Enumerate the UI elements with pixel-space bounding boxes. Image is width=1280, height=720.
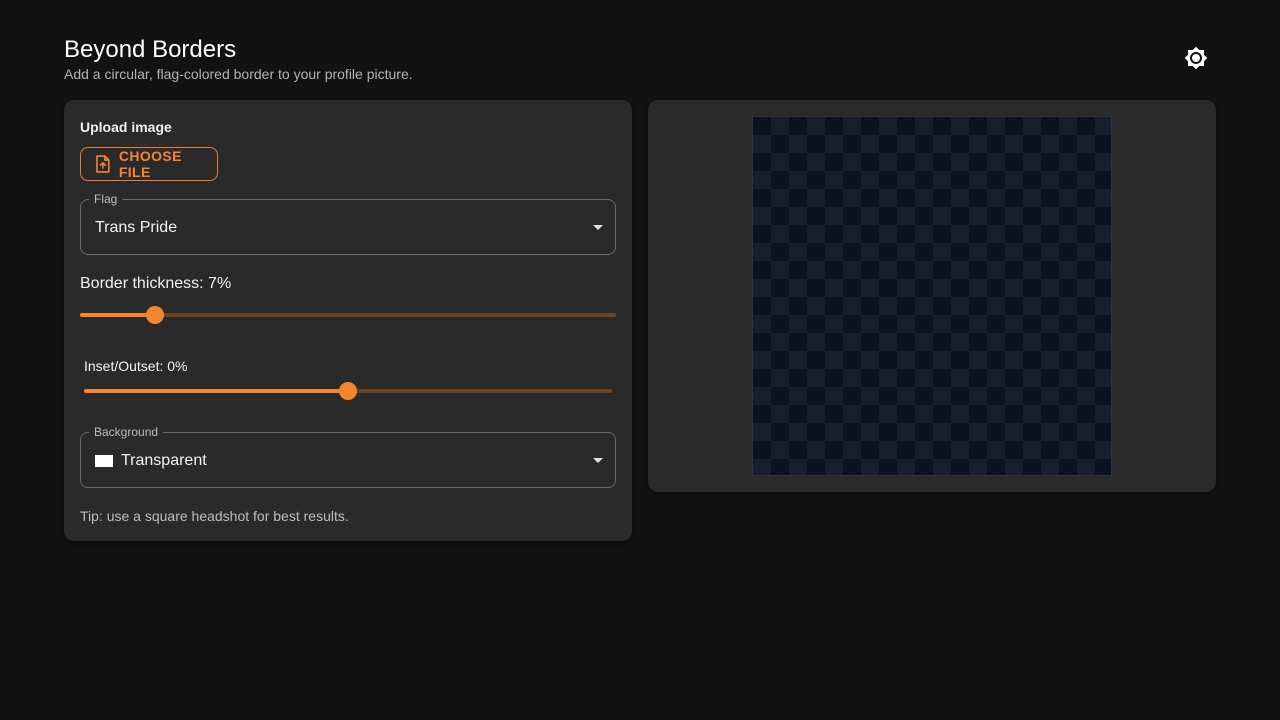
inset-outset-label: Inset/Outset: 0%	[84, 358, 188, 374]
background-value: Transparent	[95, 452, 207, 470]
background-swatch	[95, 455, 113, 467]
page-header: Beyond Borders Add a circular, flag-colo…	[64, 34, 413, 82]
file-upload-icon	[96, 155, 110, 173]
flag-legend: Flag	[89, 192, 123, 206]
inset-outset-thumb[interactable]	[339, 382, 357, 400]
page-subtitle: Add a circular, flag-colored border to y…	[64, 66, 413, 82]
theme-toggle-button[interactable]	[1180, 42, 1212, 74]
chevron-down-icon	[593, 458, 603, 463]
preview-canvas	[752, 116, 1112, 476]
brightness-icon	[1184, 46, 1208, 70]
tip-text: Tip: use a square headshot for best resu…	[80, 508, 349, 524]
border-thickness-label: Border thickness: 7%	[80, 275, 232, 292]
chevron-down-icon	[593, 225, 603, 230]
background-select[interactable]: Background Transparent	[80, 425, 616, 488]
upload-label: Upload image	[80, 119, 172, 135]
border-thickness-thumb[interactable]	[146, 306, 165, 324]
background-legend: Background	[89, 425, 164, 439]
border-thickness-fill	[80, 313, 156, 317]
page-title: Beyond Borders	[64, 36, 237, 63]
preview-panel	[648, 100, 1216, 492]
flag-select[interactable]: Flag Trans Pride	[80, 192, 616, 255]
choose-file-label: CHOOSE FILE	[118, 148, 182, 180]
background-value-text: Transparent	[121, 452, 207, 469]
flag-value: Trans Pride	[95, 219, 177, 237]
inset-outset-fill	[84, 389, 348, 393]
border-thickness-slider[interactable]	[80, 306, 616, 324]
choose-file-button[interactable]: CHOOSE FILE	[80, 147, 218, 181]
controls-panel: Upload image CHOOSE FILE Flag Trans Prid…	[64, 100, 632, 541]
inset-outset-slider[interactable]	[84, 382, 612, 400]
flag-value-text: Trans Pride	[95, 219, 178, 236]
